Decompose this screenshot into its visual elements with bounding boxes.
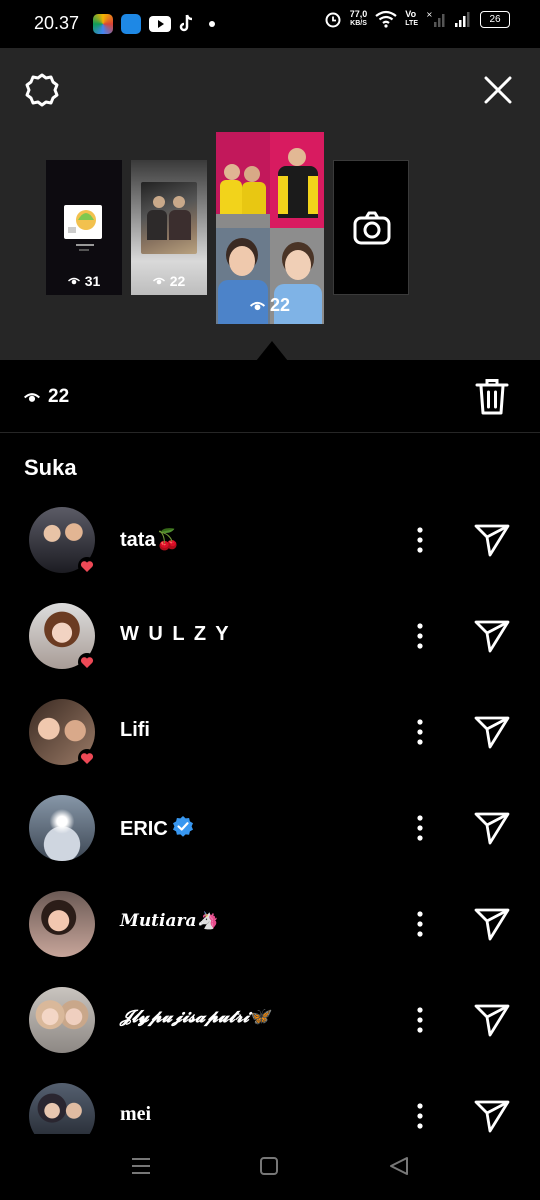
camera-icon bbox=[353, 211, 391, 245]
liked-heart-icon bbox=[78, 749, 96, 767]
more-options-icon[interactable] bbox=[410, 1005, 430, 1035]
liked-heart-icon bbox=[78, 653, 96, 671]
likes-section-title: Suka bbox=[24, 455, 77, 480]
viewer-username[interactable]: tata🍒 bbox=[120, 527, 180, 552]
viewer-username[interactable]: ERIC bbox=[120, 815, 194, 843]
viewer-username-text: 𝑴𝒖𝒕𝒊𝒂𝒓𝒂🦄 bbox=[120, 911, 218, 931]
send-message-icon[interactable] bbox=[473, 522, 511, 558]
liked-heart-icon bbox=[78, 557, 96, 575]
story-photo bbox=[141, 182, 197, 254]
story-view-count: 22 bbox=[216, 295, 324, 316]
send-message-icon[interactable] bbox=[473, 714, 511, 750]
signal-sim2-icon bbox=[455, 12, 470, 27]
more-options-icon[interactable] bbox=[410, 1101, 430, 1131]
eye-icon bbox=[24, 392, 40, 402]
home-button-icon[interactable] bbox=[259, 1156, 279, 1176]
viewer-username[interactable]: W U L Z Y bbox=[120, 623, 231, 646]
system-indicators: 77,0 KB/S Vo LTE × 26 bbox=[324, 10, 510, 28]
net-speed-value: 77,0 bbox=[349, 9, 368, 19]
viewer-username[interactable]: Lifi bbox=[120, 719, 150, 742]
story-photo-top-right bbox=[270, 132, 324, 228]
delete-trash-icon[interactable] bbox=[475, 378, 509, 416]
send-message-icon[interactable] bbox=[473, 906, 511, 942]
more-options-icon[interactable] bbox=[410, 621, 430, 651]
selected-story-pointer bbox=[256, 341, 288, 361]
recent-apps-icon[interactable] bbox=[130, 1156, 152, 1176]
more-notifications-dot bbox=[209, 21, 215, 27]
more-options-icon[interactable] bbox=[410, 717, 430, 747]
viewers-count-value: 22 bbox=[48, 386, 70, 407]
avatar[interactable] bbox=[29, 795, 95, 861]
send-message-icon[interactable] bbox=[473, 618, 511, 654]
eye-icon bbox=[249, 301, 265, 310]
story-caption-line bbox=[76, 244, 94, 246]
send-message-icon[interactable] bbox=[473, 810, 511, 846]
viewer-username-text: 𝓙𝓵𝔂𝓹𝓾𝓳𝓲𝓼𝓪𝓹𝓾𝓽𝓻𝓲🦋 bbox=[120, 1007, 271, 1027]
status-time: 20.37 bbox=[34, 13, 80, 33]
close-icon[interactable] bbox=[482, 74, 514, 106]
story-photo-top-left bbox=[216, 132, 270, 228]
story-view-count: 31 bbox=[46, 273, 122, 289]
photos-app-icon bbox=[93, 14, 113, 34]
viewer-row[interactable]: tata🍒 bbox=[0, 507, 540, 603]
status-bar: 20.37 77,0 KB/S Vo LTE × 26 bbox=[0, 0, 540, 48]
add-story-camera-button[interactable] bbox=[333, 160, 409, 295]
youtube-icon bbox=[149, 16, 171, 32]
battery-indicator: 26 bbox=[480, 10, 510, 28]
tiktok-icon bbox=[179, 14, 195, 34]
story-thumbnail[interactable]: 22 bbox=[131, 160, 207, 295]
wifi-icon bbox=[375, 10, 397, 28]
back-button-icon[interactable] bbox=[388, 1156, 410, 1176]
viewers-summary-bar: 22 bbox=[0, 360, 540, 433]
story-view-count-value: 22 bbox=[169, 273, 186, 289]
more-options-icon[interactable] bbox=[410, 909, 430, 939]
eye-icon bbox=[152, 277, 165, 285]
signal-sim1-icon: × bbox=[426, 10, 445, 27]
story-view-count-value: 22 bbox=[269, 295, 291, 315]
more-options-icon[interactable] bbox=[410, 813, 430, 843]
avatar[interactable] bbox=[29, 891, 95, 957]
viewer-username[interactable]: 𝑴𝒖𝒕𝒊𝒂𝒓𝒂🦄 bbox=[120, 911, 218, 931]
viewers-count[interactable]: 22 bbox=[24, 386, 69, 408]
viewer-username-text: Lifi bbox=[120, 719, 150, 741]
eye-icon bbox=[67, 277, 80, 285]
viewer-row[interactable]: W U L Z Y bbox=[0, 603, 540, 699]
viewer-row[interactable]: Lifi bbox=[0, 699, 540, 795]
story-thumbnail[interactable]: 31 bbox=[46, 160, 122, 295]
story-thumbnail-selected[interactable]: 22 bbox=[216, 132, 324, 324]
files-app-icon bbox=[121, 14, 141, 34]
system-navigation-bar bbox=[0, 1134, 540, 1200]
viewer-username-text: W U L Z Y bbox=[120, 623, 231, 645]
viewer-username[interactable]: 𝓙𝓵𝔂𝓹𝓾𝓳𝓲𝓼𝓪𝓹𝓾𝓽𝓻𝓲🦋 bbox=[120, 1007, 270, 1027]
viewer-row[interactable]: 𝓙𝓵𝔂𝓹𝓾𝓳𝓲𝓼𝓪𝓹𝓾𝓽𝓻𝓲🦋 bbox=[0, 987, 540, 1083]
viewer-row[interactable]: ERIC bbox=[0, 795, 540, 891]
more-options-icon[interactable] bbox=[410, 525, 430, 555]
send-message-icon[interactable] bbox=[473, 1002, 511, 1038]
viewer-username-text: ERIC bbox=[120, 817, 168, 840]
volte-indicator: Vo LTE bbox=[405, 10, 418, 28]
volte-line2: LTE bbox=[405, 20, 418, 27]
verified-badge-icon bbox=[172, 815, 194, 843]
notification-icons bbox=[93, 14, 215, 34]
story-view-count-value: 31 bbox=[84, 273, 101, 289]
avatar[interactable] bbox=[29, 987, 95, 1053]
network-speed: 77,0 KB/S bbox=[350, 10, 368, 28]
viewer-username-text: tata🍒 bbox=[120, 529, 181, 551]
settings-gear-icon[interactable] bbox=[24, 72, 60, 108]
viewer-username[interactable]: mei bbox=[120, 1103, 151, 1126]
story-sticker-image bbox=[64, 205, 102, 239]
story-view-count: 22 bbox=[131, 273, 207, 289]
send-message-icon[interactable] bbox=[473, 1098, 511, 1134]
net-speed-unit: KB/S bbox=[350, 20, 367, 27]
story-caption-line bbox=[79, 249, 89, 251]
viewer-username-text: mei bbox=[120, 1103, 152, 1125]
svg-text:×: × bbox=[426, 10, 433, 19]
viewer-row[interactable]: 𝑴𝒖𝒕𝒊𝒂𝒓𝒂🦄 bbox=[0, 891, 540, 987]
volte-line1: Vo bbox=[405, 9, 417, 19]
story-archive-panel: 31 22 22 bbox=[0, 48, 540, 360]
alarm-icon bbox=[325, 12, 341, 28]
